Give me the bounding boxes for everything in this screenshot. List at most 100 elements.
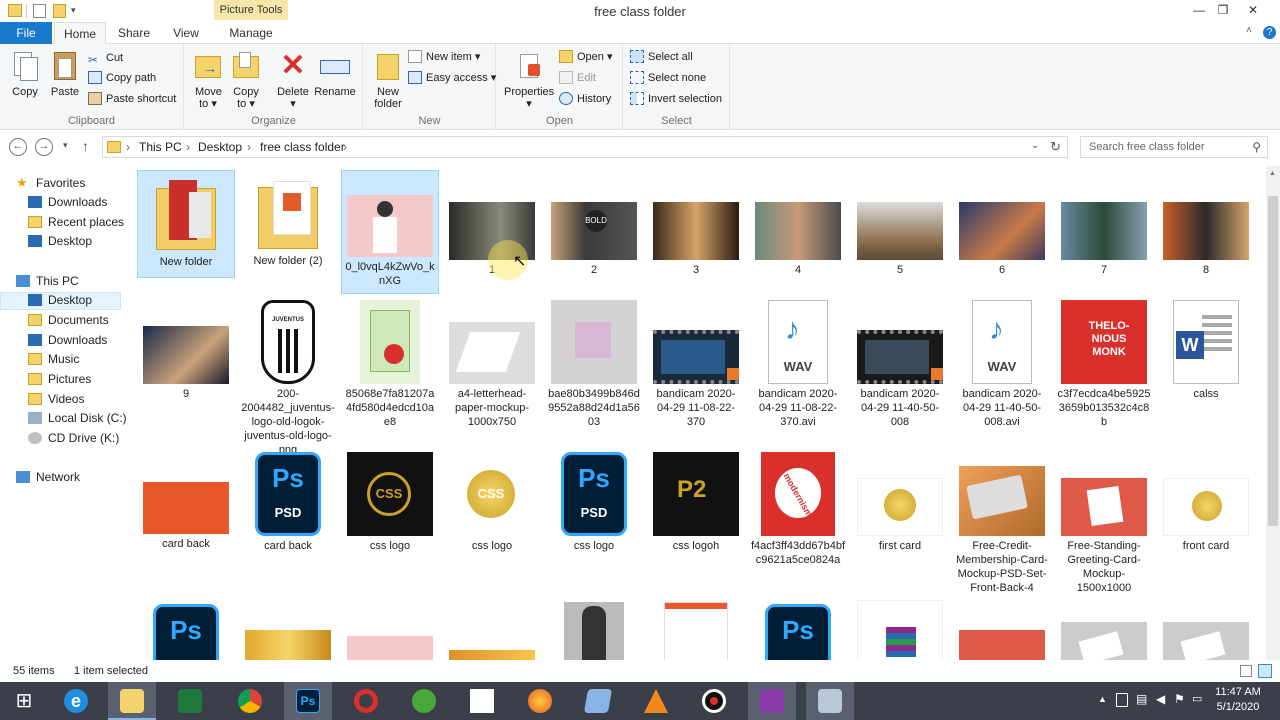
clock-time[interactable]: 11:47 AM [1210, 686, 1266, 698]
cut-button[interactable]: ✂ Cut [88, 49, 123, 67]
breadcrumb-desktop[interactable]: Desktop [198, 140, 242, 154]
file-item[interactable]: W calss [1157, 296, 1255, 401]
refresh-icon[interactable]: ↻ [1050, 139, 1061, 155]
file-item[interactable]: 3 [647, 170, 745, 277]
file-item[interactable]: BOLD 2 [545, 170, 643, 277]
breadcrumb-sep[interactable]: › [126, 140, 130, 154]
file-item[interactable]: CSS css logo [341, 448, 439, 553]
select-none-button[interactable]: Select none [630, 69, 706, 87]
file-item[interactable] [851, 600, 949, 660]
nav-downloads[interactable]: Downloads [28, 193, 107, 212]
taskbar-excel[interactable] [166, 682, 214, 720]
help-icon[interactable]: ? [1263, 26, 1276, 39]
easy-access-button[interactable]: Easy access ▾ [408, 69, 496, 87]
maximize-button[interactable]: ❐ [1210, 0, 1236, 22]
up-arrow-icon[interactable]: ↑ [82, 138, 89, 154]
file-item[interactable]: a4-letterhead-paper-mockup-1000x750 [443, 296, 541, 429]
tab-file[interactable]: File [0, 22, 52, 44]
collapse-ribbon-icon[interactable]: ˄ [1246, 25, 1252, 36]
nav-recent-places[interactable]: Recent places [28, 213, 124, 232]
file-item[interactable] [341, 600, 439, 660]
move-to-button[interactable]: → Move to ▾ [189, 50, 227, 110]
file-item[interactable]: Ps PSD css logo [545, 448, 643, 553]
copy-to-button[interactable]: Copy to ▾ [227, 50, 265, 110]
file-item[interactable]: 0_l0vqL4kZwVo_knXG [341, 170, 439, 294]
start-button[interactable]: ⊞ [0, 682, 48, 720]
taskbar-firefox[interactable] [516, 682, 564, 720]
flag-icon[interactable]: ⚑ [1174, 692, 1185, 706]
file-item[interactable]: bae80b3499b846d9552a88d24d1a5603 [545, 296, 643, 429]
new-folder-quick-icon[interactable] [53, 4, 66, 18]
customize-toolbar-icon[interactable]: ▾ [71, 5, 81, 16]
tab-share[interactable]: Share [112, 22, 156, 44]
show-hidden-icons[interactable]: ▲ [1098, 694, 1107, 704]
search-box[interactable]: Search free class folder ⚲ [1080, 136, 1268, 158]
nav-cd-drive[interactable]: CD Drive (K:) [28, 429, 119, 448]
taskbar-internet-explorer[interactable]: e [52, 682, 100, 720]
file-item[interactable]: P2 css logoh [647, 448, 745, 553]
nav-pictures[interactable]: Pictures [28, 370, 91, 389]
nav-videos[interactable]: Videos [28, 390, 84, 409]
nav-this-pc[interactable]: This PC [16, 272, 79, 291]
file-item[interactable]: Ps [749, 600, 847, 660]
taskbar-bandicam[interactable] [748, 682, 796, 720]
file-item[interactable]: THELO-NIOUS MONK c3f7ecdca4be59253659b01… [1055, 296, 1153, 429]
breadcrumb-sep[interactable]: › [247, 140, 251, 154]
taskbar-app[interactable] [574, 682, 622, 720]
file-item[interactable] [443, 600, 541, 660]
file-item[interactable] [1157, 600, 1255, 660]
edit-button[interactable]: Edit [559, 69, 596, 87]
file-item[interactable]: New folder (2) [239, 170, 337, 268]
file-item[interactable]: 5 [851, 170, 949, 277]
minimize-button[interactable]: — [1186, 0, 1212, 22]
file-item[interactable]: bandicam 2020-04-29 11-40-50-008 [851, 296, 949, 429]
file-item[interactable] [647, 600, 745, 660]
file-item[interactable]: JUVENTUS 200-2004482_juventus-logo-old-l… [239, 296, 337, 457]
forward-button[interactable]: → [35, 138, 53, 156]
file-item[interactable]: first card [851, 448, 949, 553]
address-dropdown-icon[interactable]: ⌄ [1031, 140, 1039, 151]
breadcrumb-this-pc[interactable]: This PC [139, 140, 182, 154]
file-item[interactable]: ♪ WAV bandicam 2020-04-29 11-08-22-370.av… [749, 296, 847, 429]
nav-local-disk[interactable]: Local Disk (C:) [28, 409, 127, 428]
back-button[interactable]: ← [9, 138, 27, 156]
file-item[interactable]: Ps PSD card back [239, 448, 337, 553]
taskbar-photos[interactable] [806, 682, 854, 720]
tab-home[interactable]: Home [54, 22, 106, 45]
volume-icon[interactable]: ◀ [1156, 692, 1165, 706]
file-item[interactable]: Ps [137, 600, 235, 660]
nav-desktop[interactable]: Desktop [28, 232, 92, 251]
scrollbar-thumb[interactable] [1268, 196, 1278, 526]
taskbar-file-explorer[interactable] [108, 682, 156, 720]
tab-view[interactable]: View [166, 22, 206, 44]
address-bar[interactable]: › This PC › Desktop › free class folder … [102, 136, 1068, 158]
file-item[interactable]: card back [137, 448, 235, 551]
network-tray-icon[interactable]: ▤ [1136, 692, 1147, 706]
file-item[interactable]: modernism f4acf3ff43dd67b4bfc9621a5ce082… [749, 448, 847, 567]
nav-network[interactable]: Network [16, 468, 80, 487]
new-folder-button[interactable]: New folder [368, 50, 408, 110]
breadcrumb-sep[interactable]: › [343, 140, 347, 154]
nav-favorites[interactable]: ★ Favorites [16, 174, 85, 193]
file-item[interactable]: CSS css logo [443, 448, 541, 553]
paste-button[interactable]: Paste [46, 50, 84, 98]
history-button[interactable]: History [559, 90, 611, 108]
select-all-button[interactable]: Select all [630, 48, 693, 66]
breadcrumb-folder[interactable]: free class folder [260, 140, 345, 154]
clock-date[interactable]: 5/1/2020 [1210, 701, 1266, 713]
properties-button[interactable]: Properties ▾ [503, 50, 555, 110]
taskbar-recorder[interactable] [690, 682, 738, 720]
file-item[interactable] [1055, 600, 1153, 660]
file-item[interactable]: Free-Standing-Greeting-Card-Mockup-1500x… [1055, 448, 1153, 595]
recent-locations-icon[interactable]: ▾ [63, 140, 68, 151]
file-item[interactable]: 6 [953, 170, 1051, 277]
file-item[interactable]: New folder [137, 170, 235, 278]
explorer-icon[interactable] [8, 4, 22, 17]
scroll-up-icon[interactable]: ▲ [1269, 170, 1276, 177]
delete-button[interactable]: ✕ Delete ▾ [273, 50, 313, 111]
search-input[interactable]: Search free class folder [1089, 141, 1205, 153]
nav-music[interactable]: Music [28, 350, 79, 369]
breadcrumb-sep[interactable]: › [186, 140, 190, 154]
details-view-icon[interactable] [1240, 665, 1252, 677]
file-item[interactable]: front card [1157, 448, 1255, 553]
